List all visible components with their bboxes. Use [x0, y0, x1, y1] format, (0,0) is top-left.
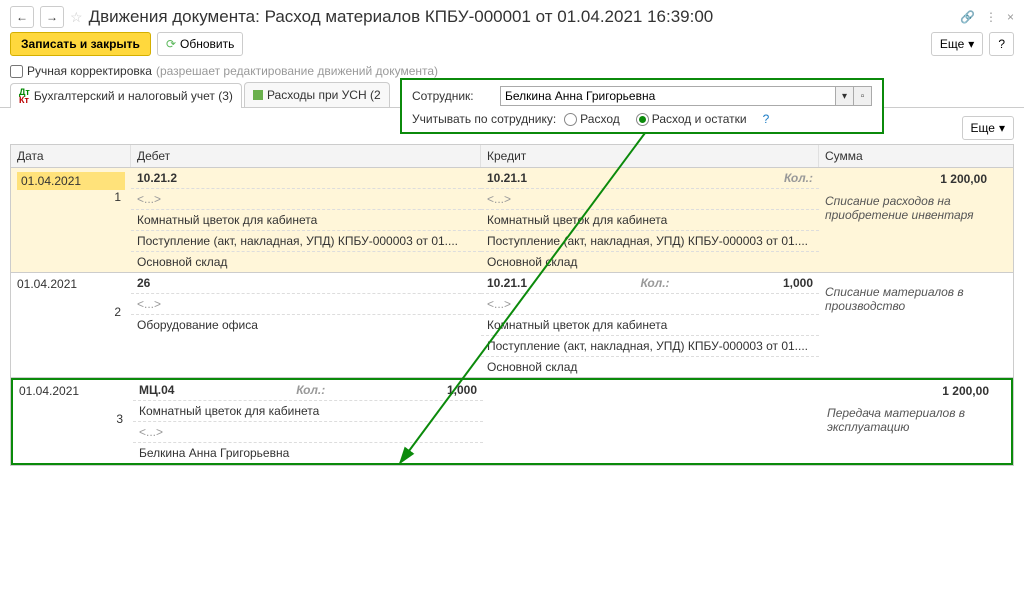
- row-number: 1: [17, 190, 125, 204]
- sum-amount: 1 200,00: [827, 384, 989, 398]
- header-sum[interactable]: Сумма: [819, 145, 993, 167]
- accounting-icon: ДтКт: [19, 88, 30, 104]
- employee-input[interactable]: [501, 87, 835, 105]
- favorite-icon[interactable]: ☆: [70, 9, 83, 26]
- manual-edit-checkbox[interactable]: [10, 65, 23, 78]
- header-debit[interactable]: Дебет: [131, 145, 481, 167]
- employee-filter-popup: Сотрудник: ▾ ▫ Учитывать по сотруднику: …: [400, 78, 884, 134]
- close-icon[interactable]: ×: [1007, 10, 1014, 24]
- credit-account: 10.21.1: [487, 276, 527, 290]
- sum-description: Списание расходов на приобретение инвент…: [825, 194, 987, 222]
- usn-icon: [253, 90, 263, 100]
- link-icon[interactable]: 🔗: [960, 10, 975, 24]
- date-cell: 01.04.2021: [17, 172, 125, 190]
- radio-both[interactable]: Расход и остатки: [636, 112, 747, 126]
- header-credit[interactable]: Кредит: [481, 145, 819, 167]
- employee-label: Сотрудник:: [412, 89, 492, 103]
- radio-icon: [564, 113, 577, 126]
- back-button[interactable]: ←: [10, 6, 34, 28]
- radio-expense[interactable]: Расход: [564, 112, 620, 126]
- help-button[interactable]: ?: [989, 32, 1014, 56]
- header-date[interactable]: Дата: [11, 145, 131, 167]
- row-number: 3: [19, 412, 127, 426]
- grid-row[interactable]: 01.04.2021 2 26 <...> Оборудование офиса…: [11, 273, 1013, 378]
- manual-edit-hint: (разрешает редактирование движений докум…: [156, 64, 438, 78]
- grid-more-button[interactable]: Еще ▾: [962, 116, 1014, 140]
- refresh-icon: ⟳: [166, 37, 176, 51]
- sum-description: Списание материалов в производство: [825, 285, 987, 313]
- save-close-button[interactable]: Записать и закрыть: [10, 32, 151, 56]
- date-cell: 01.04.2021: [17, 277, 125, 305]
- tab-accounting[interactable]: ДтКт Бухгалтерский и налоговый учет (3): [10, 83, 242, 108]
- window-title: Движения документа: Расход материалов КП…: [89, 7, 954, 27]
- debit-account: 26: [137, 276, 150, 290]
- grid-row[interactable]: 01.04.2021 1 10.21.2 <...> Комнатный цве…: [11, 168, 1013, 273]
- more-button[interactable]: Еще ▾: [931, 32, 983, 56]
- account-by-label: Учитывать по сотруднику:: [412, 112, 556, 126]
- movements-grid: Дата Дебет Кредит Сумма 01.04.2021 1 10.…: [10, 144, 1014, 466]
- refresh-button[interactable]: ⟳ Обновить: [157, 32, 243, 56]
- debit-account: МЦ.04: [139, 383, 174, 397]
- help-icon[interactable]: ?: [763, 112, 770, 126]
- debit-account: 10.21.2: [137, 171, 177, 185]
- date-cell: 01.04.2021: [19, 384, 127, 412]
- tab-usn[interactable]: Расходы при УСН (2: [244, 82, 390, 107]
- forward-button[interactable]: →: [40, 6, 64, 28]
- menu-icon[interactable]: ⋮: [985, 10, 997, 24]
- sum-description: Передача материалов в эксплуатацию: [827, 406, 989, 434]
- chevron-down-icon: ▾: [999, 121, 1005, 135]
- manual-edit-label: Ручная корректировка: [27, 64, 152, 78]
- credit-account: 10.21.1: [487, 171, 527, 185]
- radio-icon-checked: [636, 113, 649, 126]
- open-button[interactable]: ▫: [853, 87, 871, 105]
- row-number: 2: [17, 305, 125, 319]
- grid-row-highlighted[interactable]: 01.04.2021 3 МЦ.04Кол.:1,000 Комнатный ц…: [11, 378, 1013, 465]
- dropdown-button[interactable]: ▾: [835, 87, 853, 105]
- grid-header: Дата Дебет Кредит Сумма: [11, 145, 1013, 168]
- sum-amount: 1 200,00: [825, 172, 987, 186]
- chevron-down-icon: ▾: [968, 37, 974, 51]
